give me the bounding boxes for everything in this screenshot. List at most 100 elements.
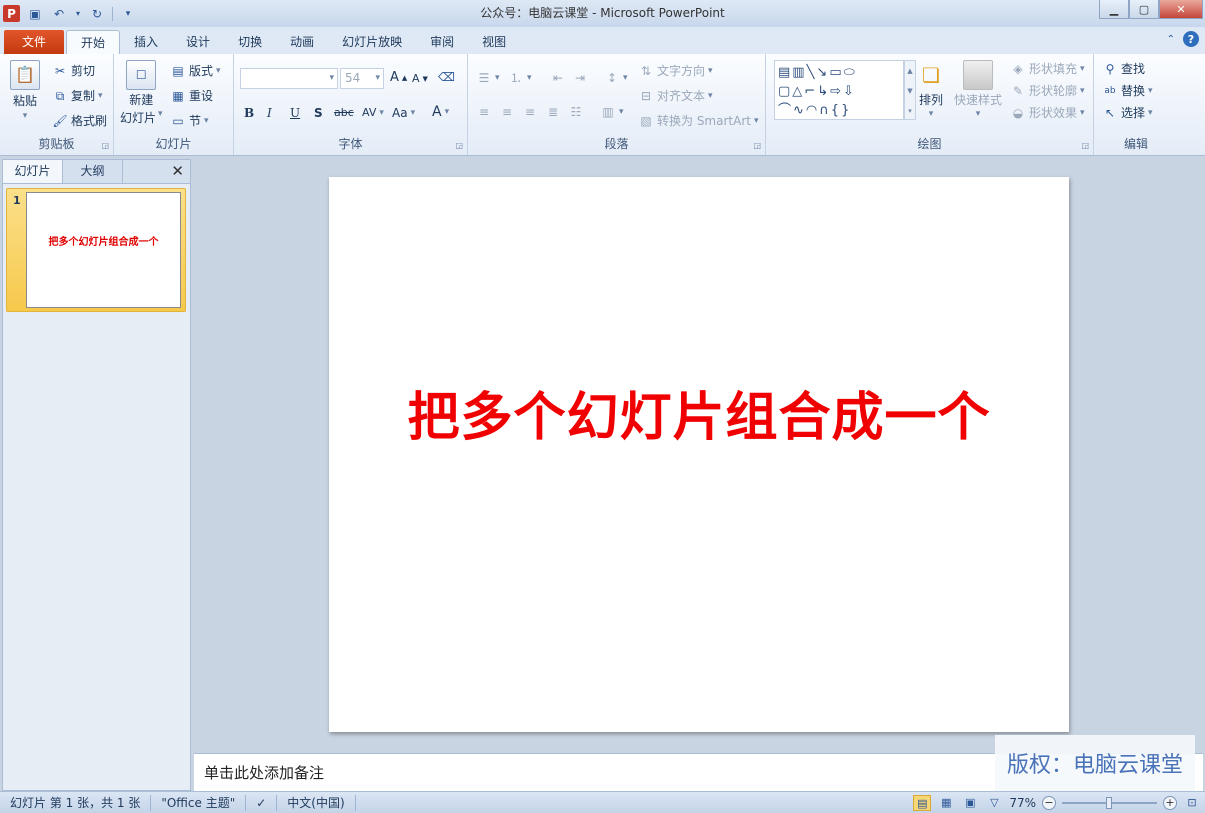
close-button[interactable]: ✕: [1159, 0, 1203, 19]
spell-check-icon[interactable]: ✓: [246, 794, 278, 811]
text-shadow-button[interactable]: S: [314, 106, 323, 120]
layout-button[interactable]: ▤ 版式 ▾: [170, 62, 220, 79]
tab-animations[interactable]: 动画: [276, 30, 328, 54]
select-button[interactable]: ↖ 选择 ▾: [1102, 104, 1153, 121]
shape-vertical-textbox-icon[interactable]: ▥: [792, 65, 806, 80]
underline-button[interactable]: U: [290, 106, 300, 120]
cut-button[interactable]: ✂ 剪切: [52, 62, 95, 79]
font-size-combo[interactable]: 54 ▾: [340, 68, 384, 89]
slideshow-view-icon[interactable]: ▽: [985, 795, 1003, 811]
shape-scribble-icon[interactable]: ∿: [793, 103, 806, 118]
shape-down-arrow-icon[interactable]: ⇩: [843, 84, 856, 99]
align-center-button[interactable]: ≡: [499, 104, 515, 120]
convert-smartart-button[interactable]: ▧ 转换为 SmartArt ▾: [638, 112, 758, 129]
grow-font-button[interactable]: A ▲: [390, 70, 407, 85]
clear-formatting-button[interactable]: ⌫: [438, 69, 455, 85]
justify-button[interactable]: ≣: [545, 104, 561, 120]
status-language[interactable]: 中文(中国): [277, 794, 356, 811]
arrange-button[interactable]: ❏ 排列 ▾: [916, 60, 946, 119]
minimize-ribbon-icon[interactable]: ⌃: [1167, 34, 1175, 45]
customize-qat-icon[interactable]: ▾: [119, 9, 137, 19]
replace-button[interactable]: ab 替换 ▾: [1102, 82, 1152, 99]
shape-arc-icon[interactable]: ◠: [806, 103, 819, 118]
font-launcher-icon[interactable]: ◲: [455, 141, 463, 150]
font-name-combo[interactable]: ▾: [240, 68, 338, 89]
tab-file[interactable]: 文件: [4, 30, 65, 54]
bullets-button[interactable]: ☰ ▾: [476, 70, 500, 86]
shape-triangle-icon[interactable]: △: [792, 84, 804, 99]
slide-title[interactable]: 把多个幻灯片组合成一个: [329, 375, 1069, 450]
italic-button[interactable]: I: [267, 106, 272, 120]
clipboard-launcher-icon[interactable]: ◲: [101, 141, 109, 150]
shape-textbox-icon[interactable]: ▤: [778, 65, 792, 80]
slide-canvas[interactable]: 把多个幻灯片组合成一个: [329, 177, 1069, 732]
decrease-indent-button[interactable]: ⇤: [550, 70, 566, 86]
save-icon[interactable]: ▣: [26, 7, 44, 21]
tab-outline-pane[interactable]: 大纲: [63, 160, 123, 183]
numbering-button[interactable]: ⒈ ▾: [508, 70, 532, 86]
shape-line-icon[interactable]: ╲: [807, 65, 817, 80]
notes-pane[interactable]: 单击此处添加备注 版权：电脑云课堂: [194, 735, 1203, 791]
reset-button[interactable]: ▦ 重设: [170, 87, 213, 104]
shape-left-brace-icon[interactable]: {: [831, 103, 841, 118]
undo-dropdown-icon[interactable]: ▾: [74, 9, 82, 18]
shape-rounded-rect-icon[interactable]: ▢: [778, 84, 792, 99]
paste-button[interactable]: 📋 粘贴 ▾: [10, 60, 40, 121]
copy-button[interactable]: ⧉ 复制 ▾: [52, 87, 103, 104]
tab-home[interactable]: 开始: [66, 30, 121, 54]
shrink-font-button[interactable]: A ▼: [412, 72, 428, 85]
text-direction-button[interactable]: ⇅ 文字方向 ▾: [638, 62, 713, 79]
quick-styles-button[interactable]: 快速样式 ▾: [954, 60, 1002, 119]
tab-slideshow[interactable]: 幻灯片放映: [328, 30, 416, 54]
close-icon[interactable]: ✕: [171, 162, 184, 180]
shapes-gallery-scroll[interactable]: ▲ ▼ ▾: [904, 60, 916, 120]
distributed-button[interactable]: ☷: [568, 104, 584, 120]
zoom-out-icon[interactable]: −: [1042, 796, 1056, 810]
change-case-button[interactable]: Aa ▾: [392, 106, 415, 120]
shape-rectangle-icon[interactable]: ▭: [829, 65, 843, 80]
shape-right-arrow-icon[interactable]: ⇨: [830, 84, 843, 99]
shape-oval-icon[interactable]: ⬭: [844, 65, 857, 80]
shape-right-brace-icon[interactable]: }: [841, 103, 851, 118]
shape-elbow-icon[interactable]: ⌐: [804, 84, 817, 99]
normal-view-icon[interactable]: ▤: [913, 795, 932, 811]
increase-indent-button[interactable]: ⇥: [572, 70, 588, 86]
fit-to-window-icon[interactable]: ⊡: [1183, 795, 1201, 811]
align-right-button[interactable]: ≡: [522, 104, 538, 120]
slide-sorter-icon[interactable]: ▦: [937, 795, 955, 811]
slide-thumbnail-1[interactable]: 1 把多个幻灯片组合成一个: [6, 188, 186, 312]
status-theme[interactable]: "Office 主题": [151, 794, 247, 811]
align-left-button[interactable]: ≡: [476, 104, 492, 120]
reading-view-icon[interactable]: ▣: [961, 795, 979, 811]
shape-fill-button[interactable]: ◈ 形状填充 ▾: [1010, 60, 1084, 77]
drawing-launcher-icon[interactable]: ◲: [1081, 141, 1089, 150]
shapes-gallery[interactable]: ▤▥╲↘▭⬭ ▢△⌐↳⇨⇩ ⌒∿◠∩{}: [774, 60, 904, 120]
paragraph-launcher-icon[interactable]: ◲: [753, 141, 761, 150]
shape-elbow-arrow-icon[interactable]: ↳: [817, 84, 830, 99]
zoom-slider-thumb[interactable]: [1106, 797, 1112, 809]
maximize-button[interactable]: ▢: [1129, 0, 1159, 19]
columns-button[interactable]: ▥ ▾: [600, 104, 623, 120]
tab-view[interactable]: 视图: [468, 30, 520, 54]
strikethrough-button[interactable]: abc: [334, 106, 354, 119]
new-slide-button[interactable]: ☐ 新建 幻灯片 ▾: [120, 60, 163, 126]
line-spacing-button[interactable]: ↕ ▾: [604, 70, 628, 86]
shape-outline-button[interactable]: ✎ 形状轮廓 ▾: [1010, 82, 1085, 99]
section-button[interactable]: ▭ 节 ▾: [170, 112, 208, 129]
tab-slides-pane[interactable]: 幻灯片: [3, 160, 63, 183]
zoom-slider[interactable]: [1062, 797, 1157, 809]
font-color-button[interactable]: A ▾: [432, 104, 449, 120]
undo-icon[interactable]: ↶: [50, 7, 68, 21]
shape-freeform-icon[interactable]: ⌒: [778, 103, 793, 118]
format-painter-button[interactable]: 🖌 格式刷: [52, 112, 107, 129]
align-text-button[interactable]: ⊟ 对齐文本 ▾: [638, 87, 713, 104]
shape-curve-icon[interactable]: ∩: [819, 103, 831, 118]
tab-design[interactable]: 设计: [172, 30, 224, 54]
tab-insert[interactable]: 插入: [120, 30, 172, 54]
tab-review[interactable]: 审阅: [416, 30, 468, 54]
shape-effects-button[interactable]: ◒ 形状效果 ▾: [1010, 104, 1085, 121]
shape-arrow-line-icon[interactable]: ↘: [816, 65, 829, 80]
help-icon[interactable]: ?: [1183, 31, 1199, 47]
find-button[interactable]: ⚲ 查找: [1102, 60, 1145, 77]
zoom-level[interactable]: 77%: [1009, 796, 1036, 810]
